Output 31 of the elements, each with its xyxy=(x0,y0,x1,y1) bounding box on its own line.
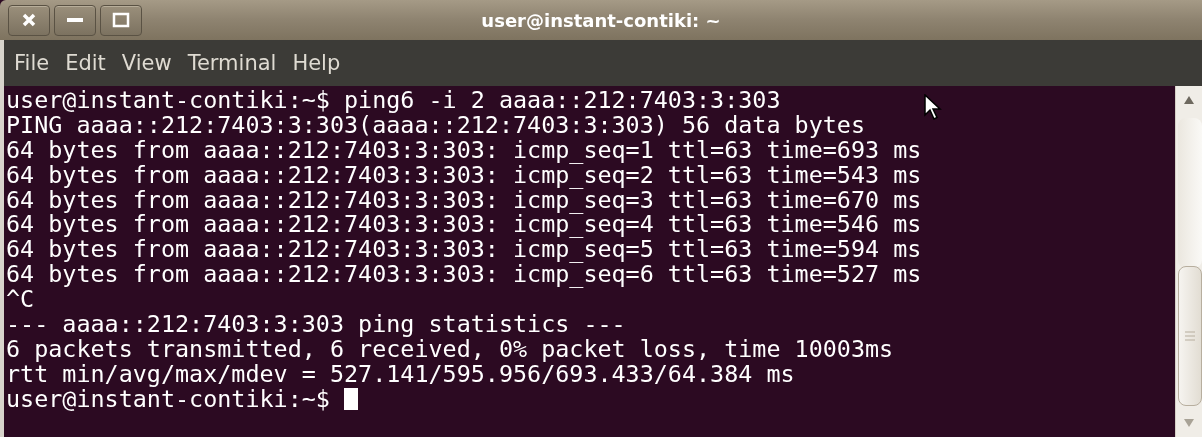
minimize-button[interactable] xyxy=(54,4,96,36)
mouse-pointer-icon xyxy=(924,94,942,120)
scrollbar[interactable] xyxy=(1175,86,1202,437)
grip-icon xyxy=(1185,331,1195,341)
close-button[interactable] xyxy=(8,4,50,36)
window-title: user@instant-contiki: ~ xyxy=(481,9,721,31)
terminal-line: ^C xyxy=(6,287,35,313)
terminal-line: user@instant-contiki:~$ ping6 -i 2 aaaa::212:7403:3:303 xyxy=(6,88,781,113)
menu-item[interactable]: Terminal xyxy=(179,47,285,79)
menu-item[interactable]: Help xyxy=(284,47,349,79)
minimize-icon xyxy=(66,17,84,23)
terminal-line: 64 bytes from aaaa::212:7403:3:303: icmp_seq=1 ttl=63 time=693 ms xyxy=(6,137,922,163)
maximize-button[interactable] xyxy=(100,4,142,36)
terminal-line: 64 bytes from aaaa::212:7403:3:303: icmp_seq=2 ttl=63 time=543 ms xyxy=(6,162,922,188)
scroll-up-icon[interactable] xyxy=(1184,96,1194,104)
menu-item[interactable]: File xyxy=(6,47,58,79)
menu-item[interactable]: Edit xyxy=(57,47,114,79)
terminal-line: PING aaaa::212:7403:3:303(aaaa::212:7403:3:303) 56 data bytes xyxy=(6,112,866,138)
terminal-line: rtt min/avg/max/mdev = 527.141/595.956/693.433/64.384 ms xyxy=(6,361,795,387)
terminal-line: --- aaaa::212:7403:3:303 ping statistics --- xyxy=(6,312,626,337)
scrollbar-thumb[interactable] xyxy=(1178,266,1202,406)
terminal-line: 64 bytes from aaaa::212:7403:3:303: icmp_seq=3 ttl=63 time=670 ms xyxy=(6,187,922,213)
terminal-line: user@instant-contiki:~$ xyxy=(6,386,330,412)
terminal-line: 64 bytes from aaaa::212:7403:3:303: icmp_seq=4 ttl=63 time=546 ms xyxy=(6,212,922,238)
maximize-icon xyxy=(112,12,130,28)
text-cursor xyxy=(343,388,358,411)
close-icon xyxy=(21,12,37,28)
menu-item[interactable]: View xyxy=(113,47,180,79)
terminal-line: 64 bytes from aaaa::212:7403:3:303: icmp_seq=5 ttl=63 time=594 ms xyxy=(6,237,922,263)
terminal-line: 6 packets transmitted, 6 received, 0% packet loss, time 10003ms xyxy=(6,336,894,362)
terminal-line: 64 bytes from aaaa::212:7403:3:303: icmp_seq=6 ttl=63 time=527 ms xyxy=(6,262,922,288)
